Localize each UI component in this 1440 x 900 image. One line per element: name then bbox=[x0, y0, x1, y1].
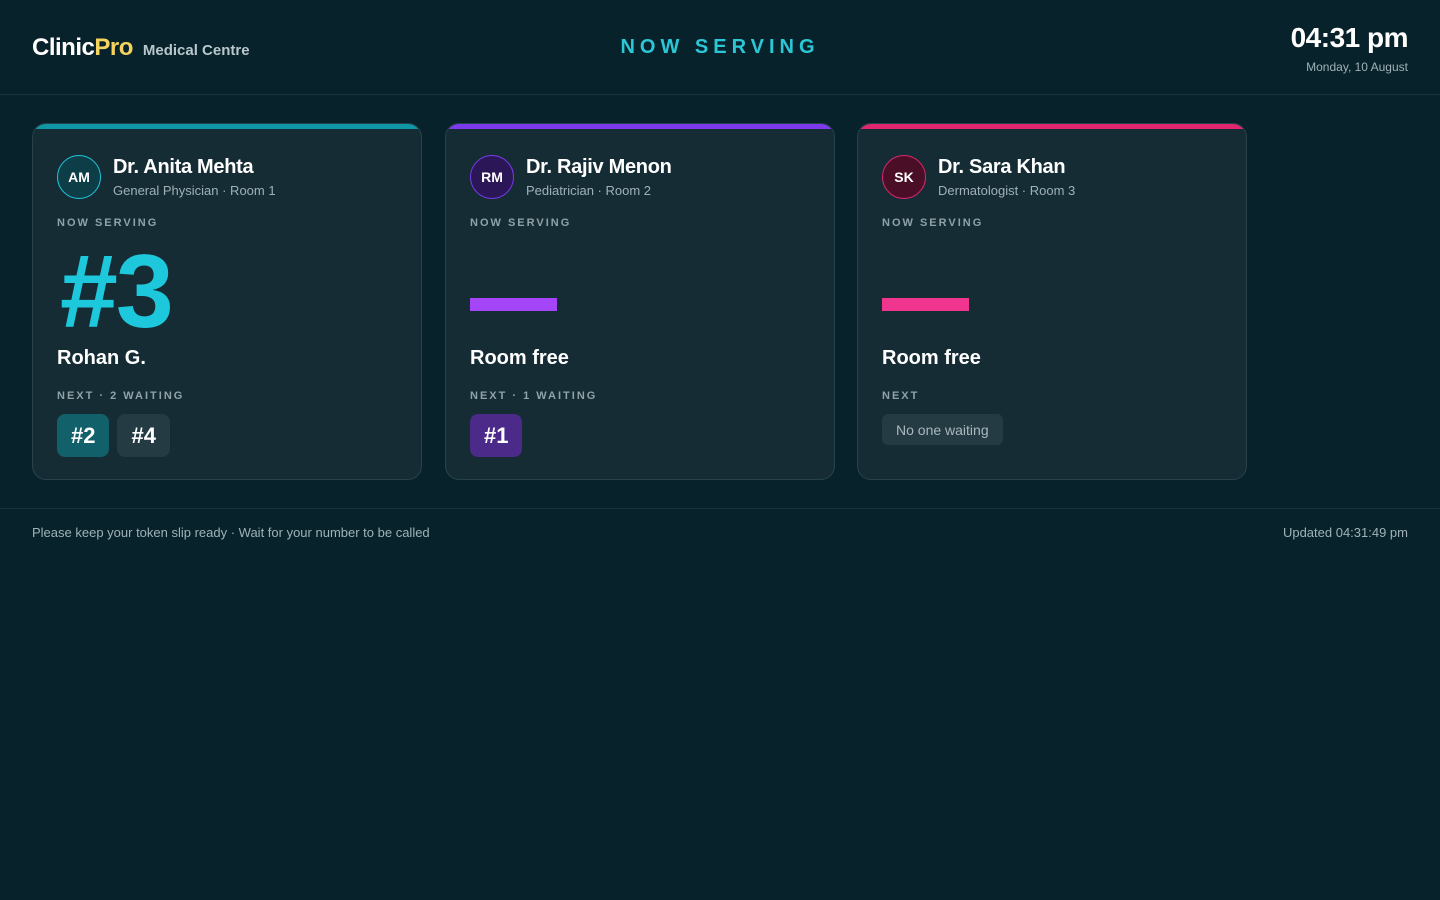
clock-time: 04:31 pm bbox=[1290, 22, 1409, 53]
avatar: AM bbox=[57, 155, 101, 199]
current-token: #3 bbox=[60, 234, 174, 350]
room-status: Room free bbox=[470, 347, 569, 369]
avatar: RM bbox=[470, 155, 514, 199]
doctor-name: Dr. Anita Mehta bbox=[113, 156, 254, 178]
card-accent-bar bbox=[858, 124, 1246, 129]
avatar: SK bbox=[882, 155, 926, 199]
room-status: Room free bbox=[882, 347, 981, 369]
doctor-name: Dr. Sara Khan bbox=[938, 156, 1066, 178]
doctor-name: Dr. Rajiv Menon bbox=[526, 156, 672, 178]
next-token-chip: #1 bbox=[470, 414, 523, 457]
clock-date: Monday, 10 August bbox=[1306, 60, 1408, 74]
now-serving-label: NOW SERVING bbox=[470, 217, 572, 229]
next-token-chip: #2 bbox=[57, 414, 110, 457]
patient-name: Rohan G. bbox=[57, 347, 146, 369]
next-label: NEXT bbox=[882, 390, 920, 402]
doctor-role: Pediatrician · Room 2 bbox=[526, 183, 651, 198]
next-label: NEXT · 2 WAITING bbox=[57, 390, 185, 402]
doctor-card-mehta: AM Dr. Anita Mehta General Physician · R… bbox=[32, 123, 422, 480]
doctor-card-menon: RM Dr. Rajiv Menon Pediatrician · Room 2… bbox=[445, 123, 835, 480]
clock: 04:31 pm Monday, 10 August bbox=[1290, 22, 1409, 74]
top-bar: Clinic Pro Medical Centre NOW SERVING 04… bbox=[0, 0, 1440, 95]
next-token-chip: #4 bbox=[117, 414, 170, 457]
no-token-dash bbox=[470, 298, 557, 311]
doctor-role: Dermatologist · Room 3 bbox=[938, 183, 1076, 198]
now-serving-label: NOW SERVING bbox=[882, 217, 984, 229]
card-accent-bar bbox=[446, 124, 834, 129]
footer-note: Please keep your token slip ready · Wait… bbox=[32, 525, 430, 540]
next-token-list: #1 bbox=[470, 414, 523, 457]
next-label: NEXT · 1 WAITING bbox=[470, 390, 598, 402]
card-accent-bar bbox=[33, 124, 421, 129]
page-title: NOW SERVING bbox=[620, 36, 820, 58]
no-token-dash bbox=[882, 298, 969, 311]
next-token-list: #2 #4 bbox=[57, 414, 170, 457]
empty-queue-badge: No one waiting bbox=[882, 414, 1003, 445]
last-updated: Updated 04:31:49 pm bbox=[1282, 525, 1408, 540]
footer-divider bbox=[0, 508, 1440, 509]
doctor-role: General Physician · Room 1 bbox=[113, 183, 276, 198]
doctor-card-khan: SK Dr. Sara Khan Dermatologist · Room 3 … bbox=[857, 123, 1247, 480]
now-serving-label: NOW SERVING bbox=[57, 217, 159, 229]
